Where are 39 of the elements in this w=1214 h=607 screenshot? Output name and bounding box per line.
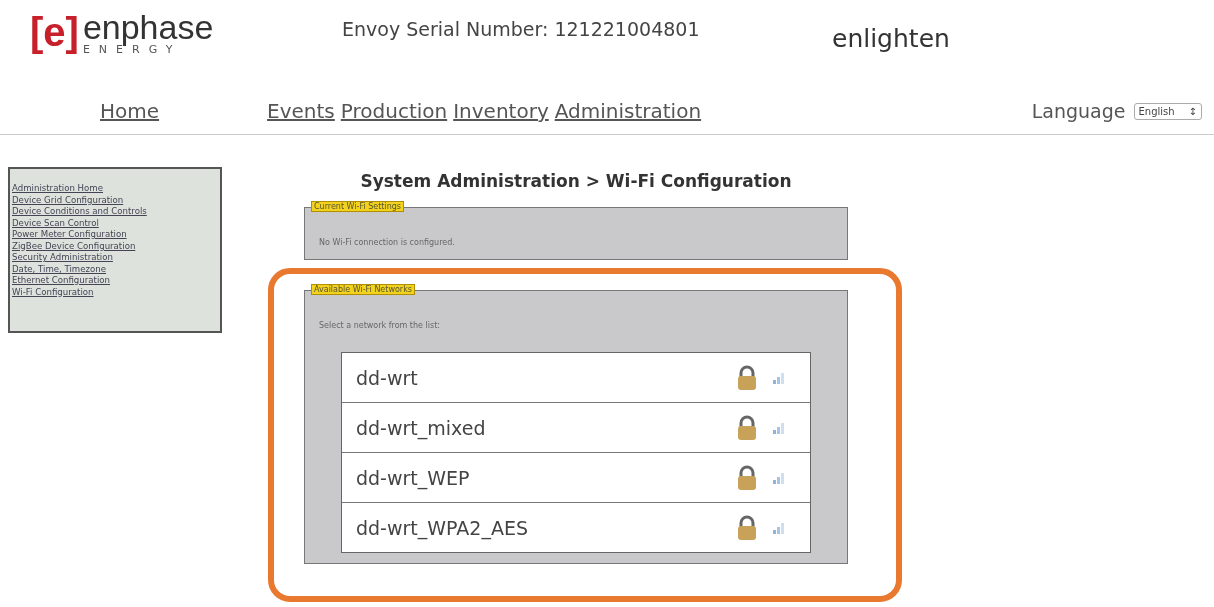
status-text: No Wi-Fi connection is configured. (319, 238, 455, 247)
page-title: System Administration > Wi-Fi Configuration (359, 171, 793, 191)
network-row[interactable]: dd-wrt_WPA2_AES (342, 503, 810, 552)
logo-name: enphase (82, 10, 214, 44)
sidebar-link[interactable]: Power Meter Configuration (12, 229, 218, 241)
sidebar-link[interactable]: Ethernet Configuration (12, 275, 218, 287)
serial-number: Envoy Serial Number: 121221004801 (342, 18, 701, 40)
network-row[interactable]: dd-wrt (342, 353, 810, 403)
sidebar-link[interactable]: Device Scan Control (12, 217, 218, 229)
nav-link[interactable]: Inventory (453, 99, 549, 123)
nav-link[interactable]: Events (267, 99, 335, 123)
network-name: dd-wrt_WPA2_AES (356, 516, 529, 539)
sidebar-link[interactable]: Wi-Fi Configuration (12, 286, 218, 298)
network-row[interactable]: dd-wrt_WEP (342, 453, 810, 503)
sidebar-link[interactable]: Device Grid Configuration (12, 194, 218, 206)
nav-link[interactable]: Home (100, 99, 160, 123)
network-row[interactable]: dd-wrt_mixed (342, 403, 810, 453)
sidebar-link[interactable]: Device Conditions and Controls (12, 206, 218, 218)
nav-link[interactable]: Production (340, 99, 448, 123)
sidebar-link[interactable]: Administration Home (12, 183, 218, 195)
signal-icon (772, 470, 786, 485)
language-select[interactable]: English ↕ (1133, 102, 1202, 120)
logo-mark: [e] (30, 10, 79, 55)
panel-legend: Current Wi-Fi Settings (311, 201, 405, 212)
signal-icon (772, 520, 786, 535)
signal-icon (772, 370, 786, 385)
sidebar-link[interactable]: Date, Time, Timezone (12, 263, 218, 275)
language-label: Language (1031, 100, 1126, 122)
network-name: dd-wrt (356, 366, 419, 389)
network-name: dd-wrt_mixed (356, 416, 487, 439)
instruction-text: Select a network from the list: (319, 321, 440, 330)
panel-legend: Available Wi-Fi Networks (311, 284, 415, 295)
signal-icon (772, 420, 786, 435)
sidebar-link[interactable]: Security Administration (12, 252, 218, 264)
brand-name: enlighten (832, 24, 950, 53)
sidebar-link[interactable]: ZigBee Device Configuration (12, 240, 218, 252)
logo-subtitle: ENERGY (82, 44, 182, 55)
nav-link[interactable]: Administration (554, 99, 702, 123)
network-name: dd-wrt_WEP (356, 466, 471, 489)
